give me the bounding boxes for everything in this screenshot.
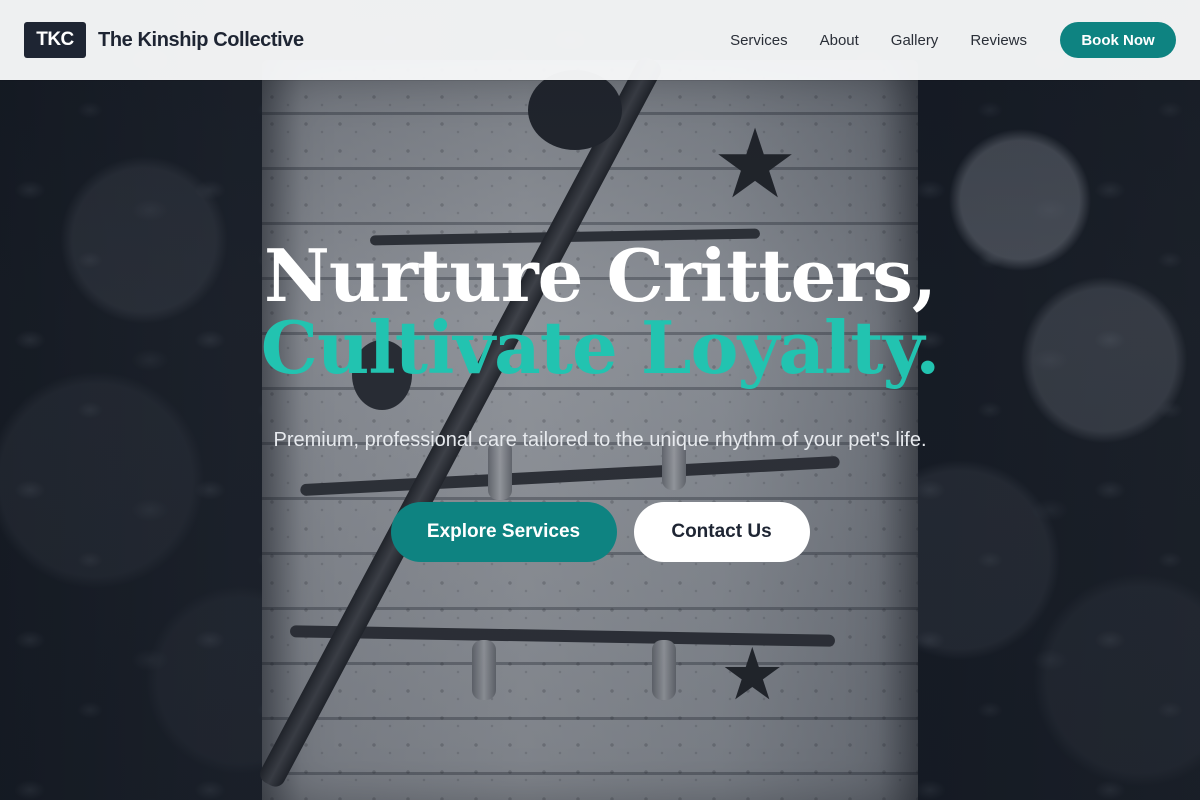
- nav-link-services[interactable]: Services: [730, 32, 788, 49]
- headline-line-1: Nurture Critters,: [264, 233, 937, 318]
- hero-cta-row: Explore Services Contact Us: [0, 502, 1200, 562]
- contact-us-button[interactable]: Contact Us: [633, 502, 810, 562]
- site-header: TKC The Kinship Collective Services Abou…: [0, 0, 1200, 80]
- hero-section: Nurture Critters, Cultivate Loyalty. Pre…: [0, 80, 1200, 800]
- brand-name[interactable]: The Kinship Collective: [98, 29, 304, 52]
- page: ★ ★ TKC The Kinship Collective Services …: [0, 0, 1200, 800]
- brand[interactable]: TKC The Kinship Collective: [24, 22, 304, 58]
- nav-link-reviews[interactable]: Reviews: [970, 32, 1027, 49]
- explore-services-button[interactable]: Explore Services: [390, 502, 617, 562]
- main-nav: Services About Gallery Reviews Book Now: [730, 22, 1176, 58]
- nav-link-about[interactable]: About: [820, 32, 859, 49]
- hero-subtitle: Premium, professional care tailored to t…: [273, 429, 927, 451]
- nav-link-gallery[interactable]: Gallery: [891, 32, 939, 49]
- logo[interactable]: TKC: [24, 22, 86, 58]
- book-now-button[interactable]: Book Now: [1060, 22, 1176, 58]
- headline-line-2: Cultivate Loyalty.: [260, 305, 941, 390]
- hero-headline: Nurture Critters, Cultivate Loyalty.: [0, 240, 1200, 384]
